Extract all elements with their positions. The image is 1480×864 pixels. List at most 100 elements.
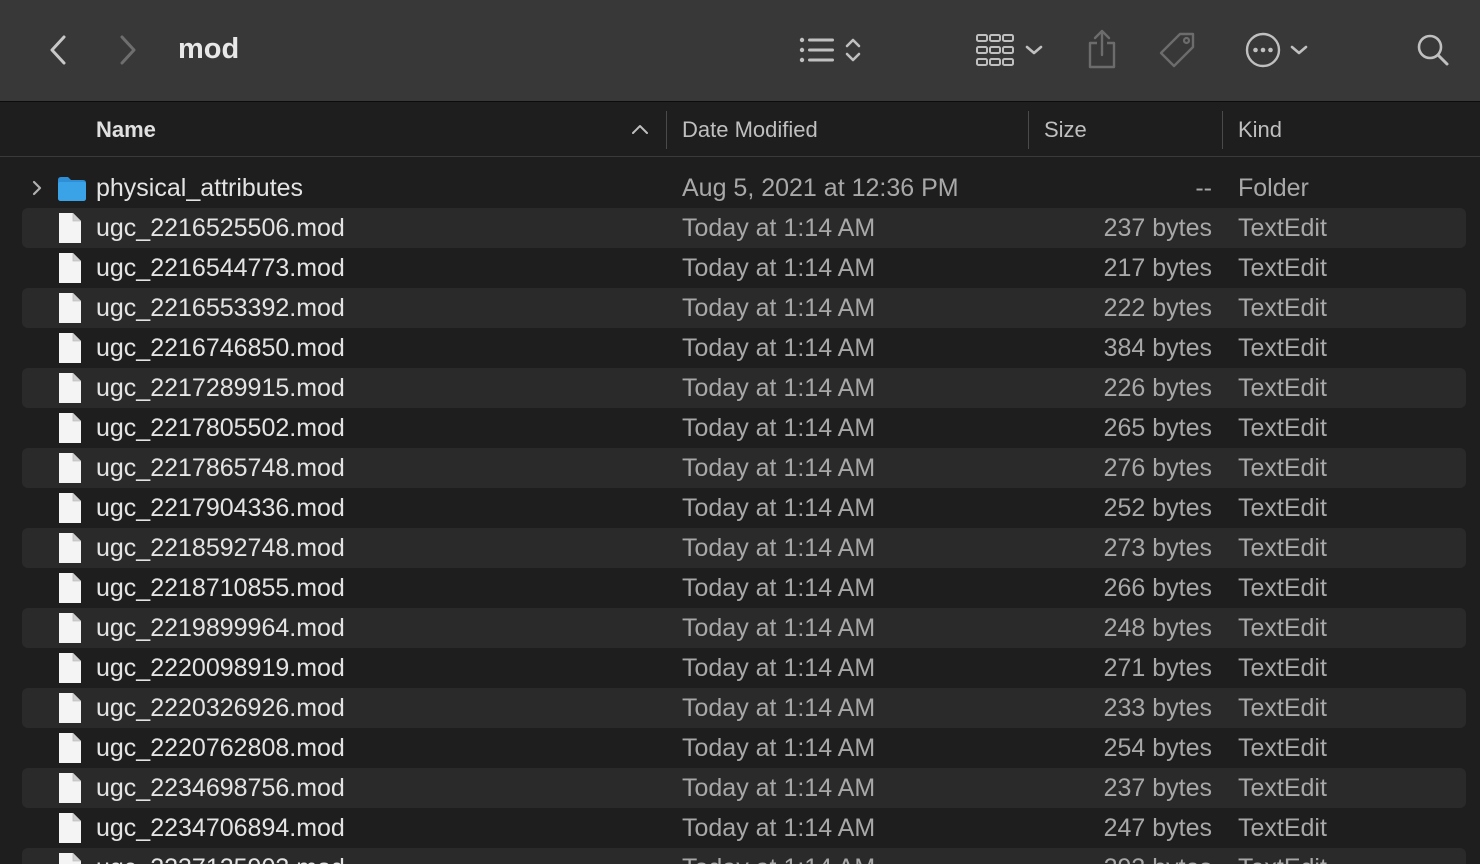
date-modified: Today at 1:14 AM bbox=[682, 533, 876, 562]
column-header-date-modified[interactable]: Date Modified bbox=[682, 103, 1012, 156]
date-modified: Today at 1:14 AM bbox=[682, 493, 876, 522]
file-kind: TextEdit bbox=[1238, 253, 1327, 282]
file-size: 252 bytes bbox=[1103, 493, 1212, 522]
file-size: 271 bytes bbox=[1103, 653, 1212, 682]
file-name: ugc_2234698756.mod bbox=[96, 773, 345, 802]
date-modified: Today at 1:14 AM bbox=[682, 813, 876, 842]
file-row[interactable]: ugc_2216525506.mod Today at 1:14 AM 237 by… bbox=[22, 208, 1466, 248]
tag-icon bbox=[1158, 30, 1198, 70]
file-name: ugc_2216525506.mod bbox=[96, 213, 345, 242]
file-kind: TextEdit bbox=[1238, 613, 1327, 642]
file-row[interactable]: ugc_2219899964.mod Today at 1:14 AM 248 by… bbox=[22, 608, 1466, 648]
ellipsis-circle-icon bbox=[1244, 31, 1282, 69]
file-size: 247 bytes bbox=[1103, 813, 1212, 842]
more-actions-button[interactable] bbox=[1238, 28, 1314, 72]
date-modified: Aug 5, 2021 at 12:36 PM bbox=[682, 173, 959, 202]
back-button[interactable] bbox=[40, 30, 76, 70]
date-modified: Today at 1:14 AM bbox=[682, 253, 876, 282]
group-button[interactable] bbox=[970, 28, 1048, 72]
document-icon bbox=[56, 532, 84, 569]
file-name: ugc_2217904336.mod bbox=[96, 493, 345, 522]
file-kind: TextEdit bbox=[1238, 848, 1327, 864]
search-button[interactable] bbox=[1412, 30, 1454, 70]
file-kind: TextEdit bbox=[1238, 493, 1327, 522]
column-divider[interactable] bbox=[666, 111, 667, 149]
file-name: ugc_2216553392.mod bbox=[96, 293, 345, 322]
column-header-size[interactable]: Size bbox=[1044, 103, 1214, 156]
file-size: 248 bytes bbox=[1103, 613, 1212, 642]
file-size: 266 bytes bbox=[1103, 573, 1212, 602]
tag-button[interactable] bbox=[1156, 28, 1200, 72]
file-name: ugc_2219899964.mod bbox=[96, 613, 345, 642]
file-kind: TextEdit bbox=[1238, 293, 1327, 322]
document-icon bbox=[56, 772, 84, 809]
document-icon bbox=[56, 372, 84, 409]
document-icon bbox=[56, 492, 84, 529]
file-kind: TextEdit bbox=[1238, 573, 1327, 602]
file-row[interactable]: ugc_2234698756.mod Today at 1:14 AM 237 by… bbox=[22, 768, 1466, 808]
share-button[interactable] bbox=[1080, 26, 1124, 72]
file-kind: TextEdit bbox=[1238, 453, 1327, 482]
file-size: 293 bytes bbox=[982, 848, 1212, 864]
folder-row[interactable]: physical_attributes Aug 5, 2021 at 12:36 … bbox=[22, 168, 1466, 208]
date-modified: Today at 1:14 AM bbox=[682, 293, 876, 322]
file-row[interactable]: ugc_2216544773.mod Today at 1:14 AM 217 by… bbox=[22, 248, 1466, 288]
document-icon bbox=[56, 332, 84, 369]
view-options-button[interactable] bbox=[790, 30, 870, 70]
file-row[interactable]: ugc_2220762808.mod Today at 1:14 AM 254 by… bbox=[22, 728, 1466, 768]
file-size: -- bbox=[1195, 173, 1212, 202]
file-size: 254 bytes bbox=[1103, 733, 1212, 762]
date-modified: Today at 1:14 AM bbox=[682, 573, 876, 602]
disclosure-triangle-icon[interactable] bbox=[30, 178, 44, 203]
document-icon bbox=[56, 652, 84, 689]
window-title: mod bbox=[178, 33, 240, 65]
file-kind: TextEdit bbox=[1238, 533, 1327, 562]
file-size: 384 bytes bbox=[1103, 333, 1212, 362]
document-icon bbox=[56, 812, 84, 849]
file-row[interactable]: ugc_2218592748.mod Today at 1:14 AM 273 by… bbox=[22, 528, 1466, 568]
file-name: ugc_2216544773.mod bbox=[96, 253, 345, 282]
grid-icon bbox=[975, 32, 1015, 68]
file-name: ugc_2220326926.mod bbox=[96, 693, 345, 722]
file-row[interactable]: ugc_2217289915.mod Today at 1:14 AM 226 by… bbox=[22, 368, 1466, 408]
date-modified: Today at 1:14 AM bbox=[682, 733, 876, 762]
file-size: 265 bytes bbox=[1103, 413, 1212, 442]
column-divider[interactable] bbox=[1028, 111, 1029, 149]
document-icon bbox=[56, 732, 84, 769]
file-row[interactable]: ugc_2217805502.mod Today at 1:14 AM 265 by… bbox=[22, 408, 1466, 448]
file-size: 233 bytes bbox=[1103, 693, 1212, 722]
file-row[interactable]: ugc_2216746850.mod Today at 1:14 AM 384 by… bbox=[22, 328, 1466, 368]
column-header-name[interactable]: Name bbox=[96, 103, 656, 156]
file-list: physical_attributes Aug 5, 2021 at 12:36 … bbox=[0, 168, 1480, 864]
document-icon bbox=[56, 412, 84, 449]
file-row[interactable]: ugc_2237125903.mod Today at 1:14 AM 293 by… bbox=[22, 848, 1466, 864]
file-size: 237 bytes bbox=[1103, 773, 1212, 802]
finder-window: mod Name Date Modified Size Kind physica… bbox=[0, 0, 1480, 864]
file-row[interactable]: ugc_2217904336.mod Today at 1:14 AM 252 by… bbox=[22, 488, 1466, 528]
chevron-up-icon bbox=[630, 121, 650, 142]
column-header-kind[interactable]: Kind bbox=[1238, 103, 1468, 156]
chevron-down-icon bbox=[1025, 44, 1043, 56]
date-modified: Today at 1:14 AM bbox=[682, 613, 876, 642]
chevron-left-icon bbox=[48, 34, 68, 66]
file-name: ugc_2234706894.mod bbox=[96, 813, 345, 842]
date-modified: Today at 1:14 AM bbox=[682, 333, 876, 362]
file-row[interactable]: ugc_2220098919.mod Today at 1:14 AM 271 by… bbox=[22, 648, 1466, 688]
column-divider[interactable] bbox=[1222, 111, 1223, 149]
file-name: ugc_2237125903.mod bbox=[96, 848, 345, 864]
folder-icon bbox=[56, 172, 88, 209]
forward-button[interactable] bbox=[110, 30, 146, 70]
file-kind: Folder bbox=[1238, 173, 1309, 202]
file-name: ugc_2218592748.mod bbox=[96, 533, 345, 562]
file-kind: TextEdit bbox=[1238, 693, 1327, 722]
file-size: 273 bytes bbox=[1103, 533, 1212, 562]
file-row[interactable]: ugc_2234706894.mod Today at 1:14 AM 247 by… bbox=[22, 808, 1466, 848]
file-row[interactable]: ugc_2216553392.mod Today at 1:14 AM 222 by… bbox=[22, 288, 1466, 328]
file-row[interactable]: ugc_2220326926.mod Today at 1:14 AM 233 by… bbox=[22, 688, 1466, 728]
file-size: 276 bytes bbox=[1103, 453, 1212, 482]
date-modified: Today at 1:14 AM bbox=[682, 413, 876, 442]
file-kind: TextEdit bbox=[1238, 773, 1327, 802]
file-row[interactable]: ugc_2218710855.mod Today at 1:14 AM 266 by… bbox=[22, 568, 1466, 608]
file-row[interactable]: ugc_2217865748.mod Today at 1:14 AM 276 by… bbox=[22, 448, 1466, 488]
document-icon bbox=[56, 452, 84, 489]
